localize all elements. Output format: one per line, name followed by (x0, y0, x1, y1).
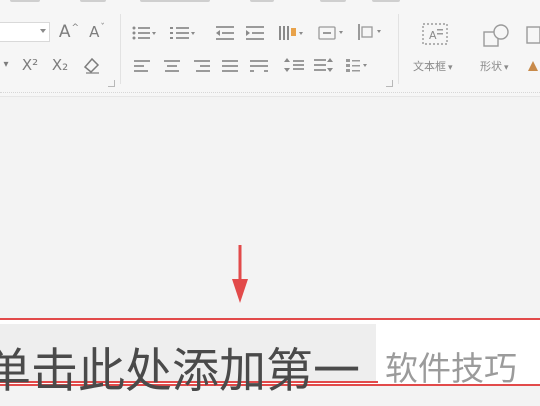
textbox-label: 文本框 (413, 60, 446, 73)
ribbon-tabs-cropped (0, 0, 540, 6)
title-placeholder-text[interactable]: 单击此处添加第一 (0, 332, 360, 401)
distributed-align-icon (250, 60, 268, 72)
bullet-list-button[interactable] (130, 24, 158, 42)
text-direction-icon (318, 26, 343, 40)
numbered-list-button[interactable] (168, 24, 198, 42)
paragraph-group-launcher-icon[interactable] (386, 80, 393, 87)
align-right-button[interactable] (192, 58, 212, 74)
justify-icon (222, 60, 238, 72)
chevron-down-icon (40, 29, 46, 33)
superscript-button[interactable]: X² (18, 56, 42, 74)
red-arrow-annotation-icon (232, 245, 248, 303)
align-text-button[interactable] (356, 22, 386, 42)
textbox-icon: A (420, 20, 450, 48)
align-center-icon (164, 60, 180, 72)
distributed-align-button[interactable] (248, 58, 270, 74)
line-spacing-button[interactable] (282, 56, 306, 74)
shape-label: 形状 (480, 60, 502, 73)
increase-indent-icon (246, 26, 264, 40)
shrink-font-icon: A (89, 22, 100, 41)
shape-button[interactable]: 形状 ▾ (480, 58, 509, 74)
subscript-icon: X₂ (51, 55, 69, 74)
watermark-text: 软件技巧 (385, 349, 517, 388)
quick-style-icon[interactable] (526, 58, 540, 74)
shrink-font-button[interactable]: A ˇ (86, 22, 108, 42)
grow-font-icon: A (58, 21, 71, 42)
clear-format-button[interactable] (80, 54, 104, 76)
paragraph-spacing-button[interactable] (312, 56, 336, 74)
align-text-icon (358, 24, 381, 40)
group-separator (120, 14, 121, 84)
ribbon-bottom-divider (0, 92, 540, 94)
convert-smartart-button[interactable] (344, 56, 372, 74)
align-left-icon (134, 60, 150, 72)
smartart-icon (346, 59, 367, 72)
subscript-button[interactable]: X₂ (48, 56, 72, 74)
font-size-combo[interactable] (0, 22, 50, 42)
font-group-launcher-icon[interactable] (108, 80, 115, 87)
group-separator (398, 14, 399, 84)
justify-button[interactable] (220, 58, 240, 74)
align-center-button[interactable] (162, 58, 182, 74)
textbox-button[interactable]: 文本框 ▾ (413, 58, 453, 74)
increase-indent-button[interactable] (244, 24, 266, 42)
decrease-indent-button[interactable] (214, 24, 236, 42)
eraser-icon (83, 57, 100, 74)
ribbon-toolbar: A ^ A ˇ ▾ X² X₂ A 文本框 ▾ 形状 ▾ (0, 0, 540, 97)
align-right-icon (194, 60, 210, 72)
paragraph-spacing-icon (314, 58, 333, 72)
format-dropdown-icon[interactable]: ▾ (0, 58, 12, 72)
text-columns-button[interactable] (276, 22, 306, 44)
arrange-icon[interactable] (524, 24, 540, 48)
text-columns-icon (279, 26, 303, 40)
superscript-icon: X² (21, 55, 39, 74)
shape-icon (482, 22, 512, 48)
align-left-button[interactable] (132, 58, 152, 74)
grow-font-button[interactable]: A ^ (58, 22, 80, 42)
bullet-list-icon (132, 26, 156, 40)
decrease-indent-icon (216, 26, 234, 40)
text-direction-button[interactable] (316, 24, 348, 42)
numbered-list-icon (170, 27, 195, 39)
svg-text:A: A (429, 29, 437, 42)
line-spacing-icon (284, 58, 304, 72)
